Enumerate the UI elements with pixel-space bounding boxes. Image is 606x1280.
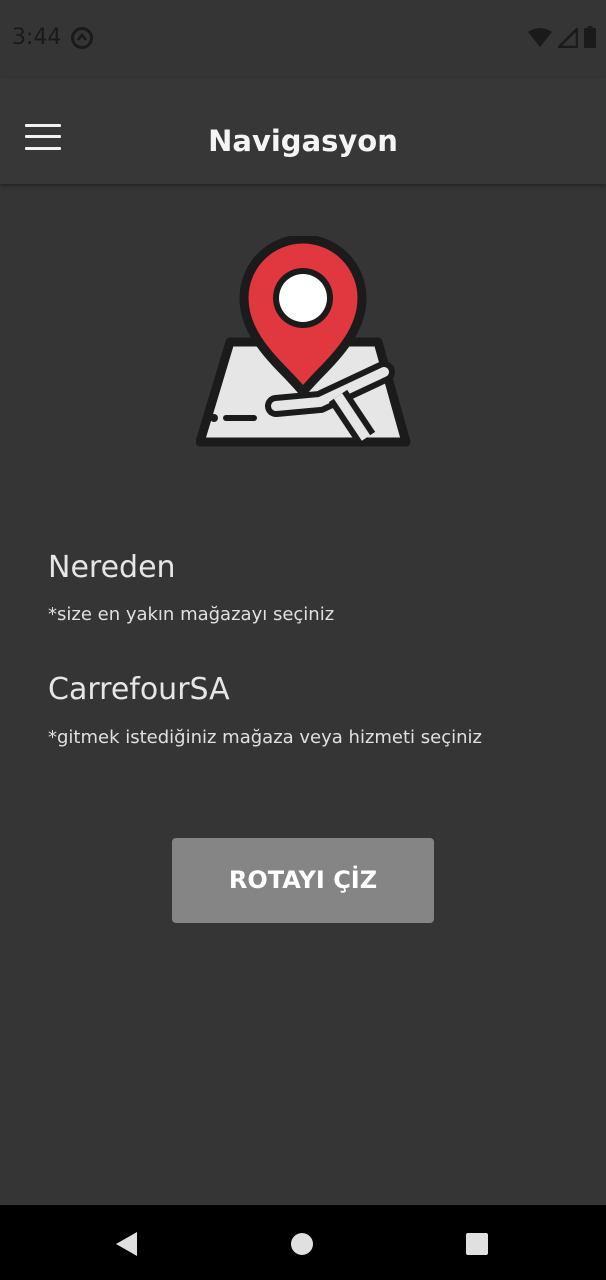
origin-hint: *size en yakın mağazayı seçiniz	[48, 604, 335, 625]
status-time: 3:44	[12, 25, 62, 50]
signal-icon	[558, 28, 578, 48]
draw-route-button[interactable]: ROTAYI ÇİZ	[172, 838, 434, 923]
home-icon[interactable]	[290, 1231, 314, 1257]
destination-hint: *gitmek istediğiniz mağaza veya hizmeti …	[48, 727, 482, 748]
wifi-icon	[528, 28, 552, 47]
back-icon[interactable]	[115, 1231, 139, 1257]
system-nav-bar	[0, 1205, 606, 1280]
battery-icon	[584, 26, 596, 48]
recents-icon[interactable]	[465, 1231, 489, 1257]
status-icons	[528, 26, 596, 48]
page-title: Navigasyon	[208, 124, 398, 158]
status-bar: 3:44	[0, 0, 606, 78]
navigation-screen: 3:44 Navigasyon Nereden *size en yakın m…	[0, 0, 606, 1280]
destination-selector[interactable]: CarrefourSA	[48, 672, 230, 707]
map-pin-icon	[196, 236, 411, 447]
sync-icon	[71, 27, 93, 49]
origin-selector[interactable]: Nereden	[48, 550, 176, 585]
app-bar: Navigasyon	[0, 78, 606, 184]
